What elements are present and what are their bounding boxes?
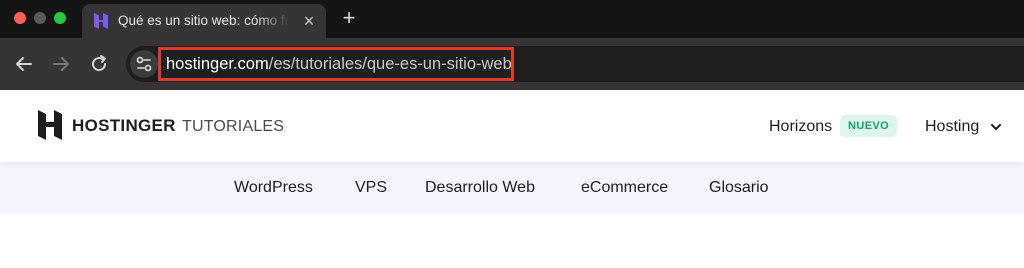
- close-tab-icon[interactable]: ×: [300, 12, 318, 30]
- nav-item-horizons[interactable]: Horizons: [769, 117, 832, 137]
- category-vps[interactable]: VPS: [355, 178, 387, 198]
- tab-title: Qué es un sitio web: cómo funciona y cuá…: [118, 13, 290, 28]
- new-badge: NUEVO: [840, 115, 898, 137]
- nav-item-hosting[interactable]: Hosting: [925, 117, 979, 137]
- category-wordpress[interactable]: WordPress: [234, 178, 313, 198]
- browser-tab-bar: Qué es un sitio web: cómo funciona y cuá…: [0, 0, 1024, 38]
- browser-tab[interactable]: Qué es un sitio web: cómo funciona y cuá…: [82, 4, 326, 38]
- logo-brand-text[interactable]: HOSTINGER: [72, 116, 176, 136]
- url-path: /es/tutoriales/que-es-un-sitio-web: [268, 55, 512, 73]
- url-host: hostinger.com: [166, 55, 269, 73]
- maximize-window-button[interactable]: [54, 12, 66, 24]
- new-tab-button[interactable]: +: [339, 6, 359, 30]
- hostinger-favicon-icon: [94, 13, 108, 29]
- site-header: HOSTINGER TUTORIALES Horizons NUEVO Host…: [0, 90, 1024, 162]
- hostinger-logo-icon[interactable]: [38, 110, 62, 140]
- logo-sub-text[interactable]: TUTORIALES: [182, 117, 284, 137]
- minimize-window-button[interactable]: [34, 12, 46, 24]
- reload-icon[interactable]: [87, 52, 111, 76]
- close-window-button[interactable]: [14, 12, 26, 24]
- chevron-down-icon[interactable]: [990, 121, 1002, 133]
- category-glosario[interactable]: Glosario: [709, 178, 769, 198]
- category-desarrollo-web[interactable]: Desarrollo Web: [425, 178, 535, 198]
- category-ecommerce[interactable]: eCommerce: [581, 178, 668, 198]
- url-text[interactable]: hostinger.com/es/tutoriales/que-es-un-si…: [166, 53, 512, 75]
- arrow-right-icon[interactable]: [49, 52, 73, 76]
- category-nav: WordPress VPS Desarrollo Web eCommerce G…: [0, 162, 1024, 214]
- arrow-left-icon[interactable]: [12, 52, 36, 76]
- site-settings-icon[interactable]: [130, 50, 158, 78]
